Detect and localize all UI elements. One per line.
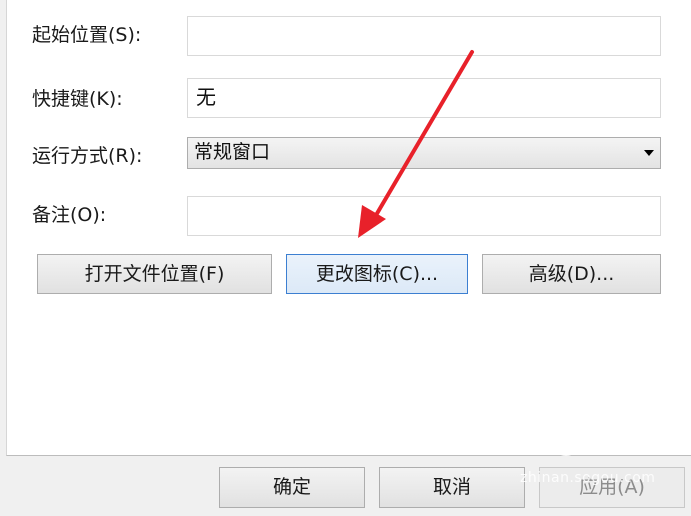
advanced-button[interactable]: 高级(D)... [482,254,661,294]
start-in-label: 起始位置(S): [32,24,142,46]
run-select[interactable]: 常规窗口 [187,137,661,169]
shortcut-key-label: 快捷键(K): [32,88,123,110]
properties-dialog: 起始位置(S): 快捷键(K): 无 运行方式(R): 常规窗口 备注(O): … [0,0,691,516]
dropdown-arrow-icon[interactable] [644,150,654,156]
comment-label: 备注(O): [32,204,107,226]
cancel-button[interactable]: 取消 [379,467,525,508]
change-icon-button[interactable]: 更改图标(C)... [286,254,468,294]
shortcut-key-field[interactable]: 无 [187,78,661,118]
ok-button[interactable]: 确定 [219,467,365,508]
run-label: 运行方式(R): [32,145,143,167]
start-in-field[interactable] [187,16,661,56]
run-select-value: 常规窗口 [194,141,271,163]
comment-field[interactable] [187,196,661,236]
open-file-location-button[interactable]: 打开文件位置(F) [37,254,272,294]
apply-button[interactable]: 应用(A) [539,467,685,508]
